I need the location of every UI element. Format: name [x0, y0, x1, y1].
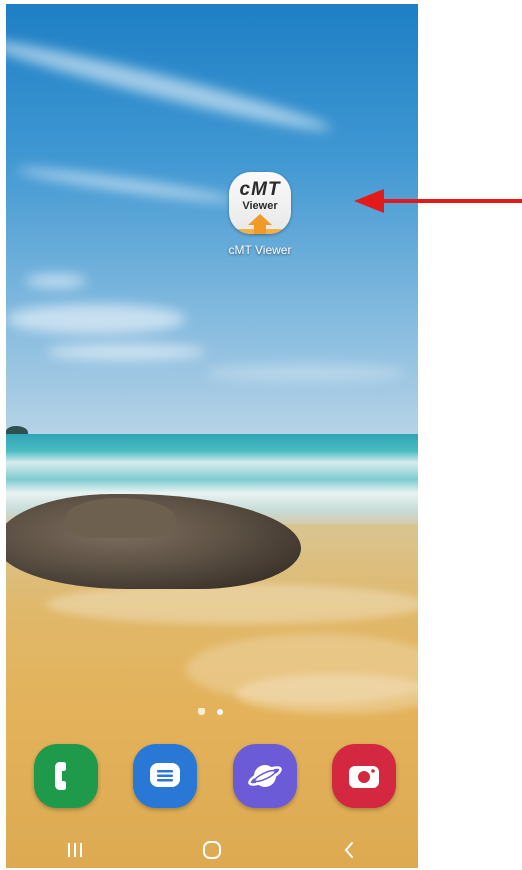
cmt-viewer-icon[interactable]: cMT Viewer — [229, 172, 291, 234]
internet-icon — [247, 765, 282, 787]
home-page-dot[interactable] — [198, 708, 205, 715]
recents-button[interactable] — [45, 835, 105, 865]
wallpaper-sky — [6, 4, 418, 436]
app-icon-text-top: cMT — [239, 179, 281, 200]
internet-app-button[interactable] — [232, 744, 297, 808]
navigation-bar — [6, 832, 418, 868]
camera-app-button[interactable] — [331, 744, 396, 808]
upload-arrow-icon — [248, 214, 272, 225]
back-button[interactable] — [319, 835, 379, 865]
home-icon — [202, 841, 221, 859]
camera-icon — [348, 766, 379, 788]
page-dot-active[interactable] — [217, 708, 223, 715]
app-label: cMT Viewer — [228, 243, 292, 257]
message-icon — [150, 763, 181, 787]
red-arrow-annotation — [354, 189, 522, 213]
messages-app-button[interactable] — [133, 744, 198, 808]
recents-icon — [67, 843, 82, 857]
phone-app-button[interactable] — [34, 744, 98, 808]
phone-icon — [55, 762, 66, 790]
back-icon — [344, 842, 354, 858]
app-cmt-viewer[interactable]: cMT Viewer cMT Viewer — [220, 172, 300, 257]
home-button[interactable] — [182, 835, 242, 865]
dock — [34, 744, 396, 808]
page-indicator[interactable] — [198, 708, 223, 715]
app-icon-text-bottom: Viewer — [242, 200, 278, 212]
phone-screen: cMT Viewer cMT Viewer — [6, 4, 418, 868]
